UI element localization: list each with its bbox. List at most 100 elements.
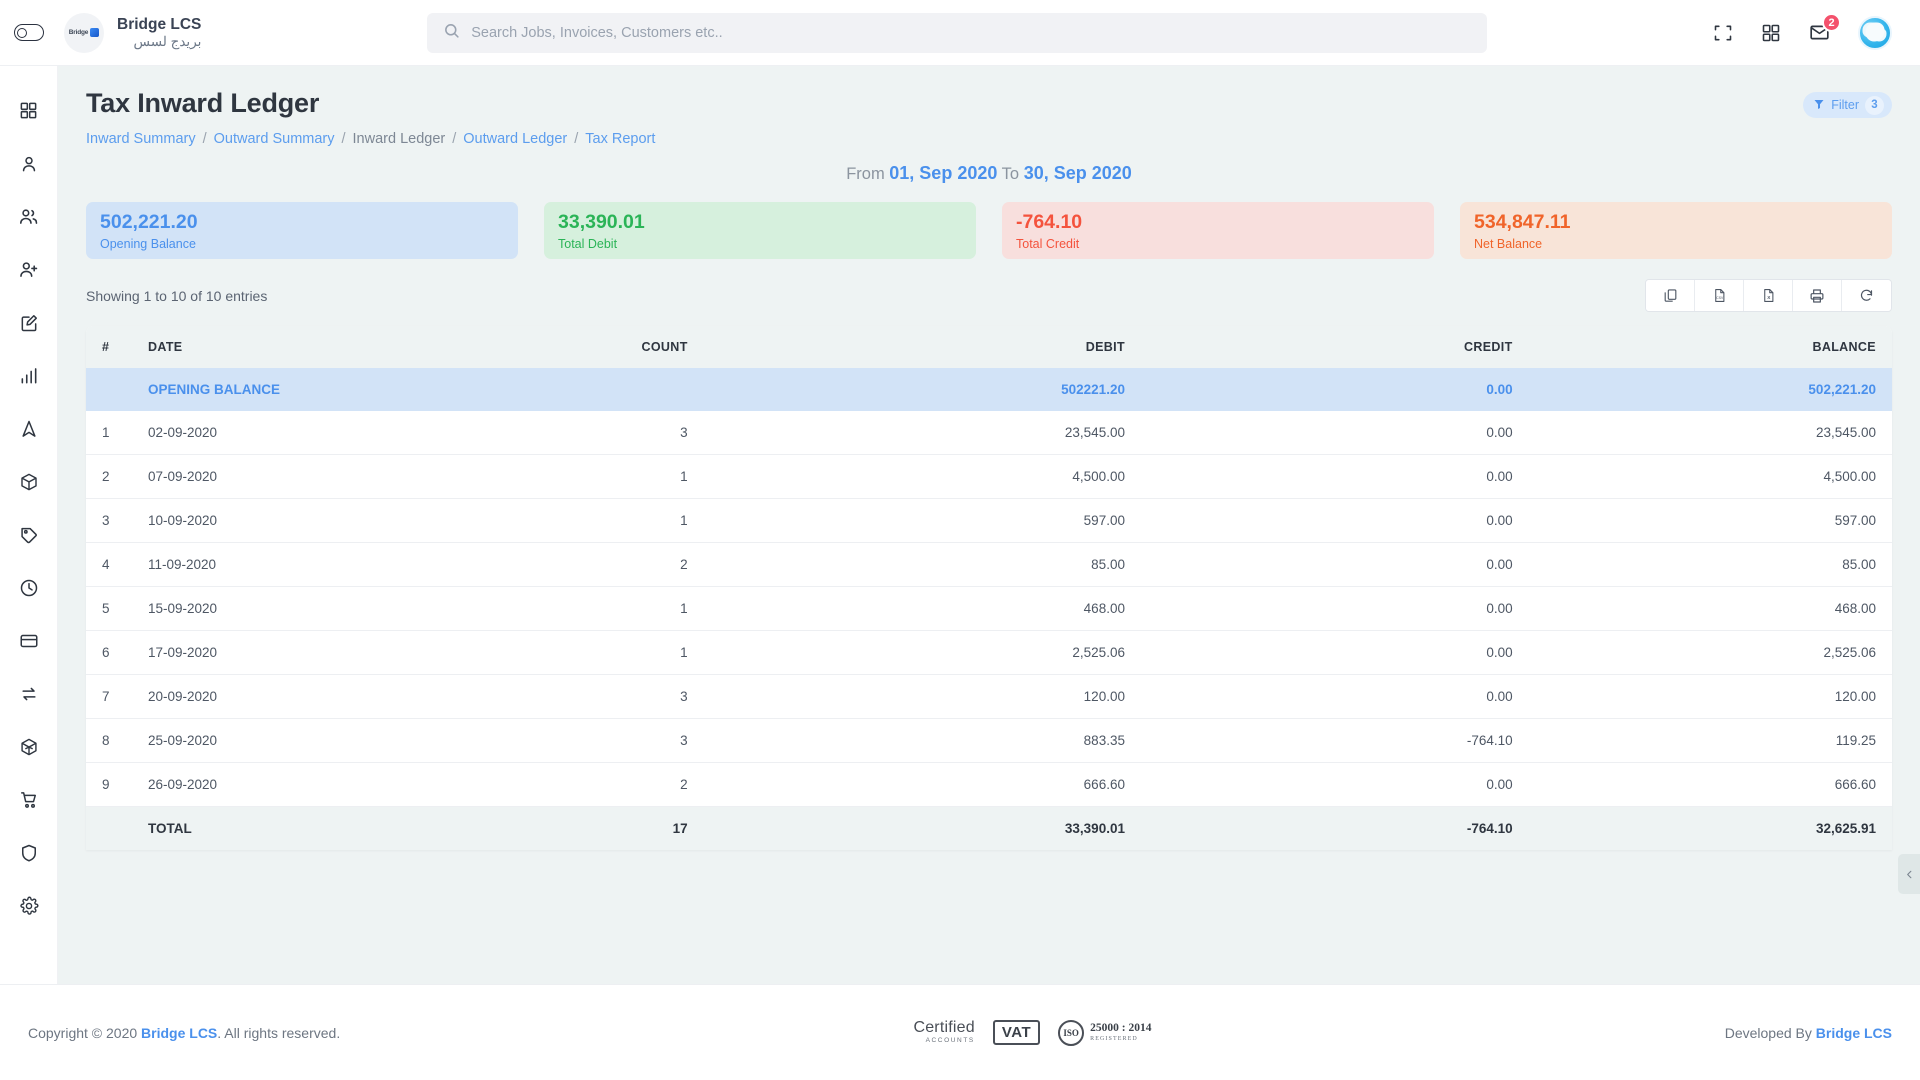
cell-credit: -764.10 [1178,718,1567,763]
breadcrumb-item-tax-report[interactable]: Tax Report [585,131,655,147]
cell-balance: 4,500.00 [1566,454,1892,499]
card-value: 534,847.11 [1474,211,1571,234]
clock-icon [20,579,37,596]
svg-text:CSV: CSV [1716,296,1724,300]
table-row[interactable]: 2 07-09-2020 1 4,500.00 0.00 4,500.00 [86,454,1892,499]
print-button[interactable] [1793,280,1842,311]
user-avatar[interactable] [1858,15,1892,50]
search-input[interactable] [471,24,1472,41]
apps-grid-icon[interactable] [1761,23,1781,43]
cell-balance: 119.25 [1566,718,1892,763]
opening-balance-label: OPENING BALANCE [132,368,362,411]
sidebar-item-profile[interactable] [0,137,58,190]
cell-number: 5 [86,586,132,631]
certified-accounts-badge: Certified ACCOUNTS [913,1020,974,1045]
cell-number: 9 [86,762,132,807]
user-add-icon [20,262,38,277]
card-label: Total Debit [558,236,618,251]
copyright-link[interactable]: Bridge LCS [141,1025,217,1041]
refresh-button[interactable] [1842,280,1891,311]
opening-balance-credit: 0.00 [1178,368,1567,411]
sidebar-toggle-icon [14,24,44,41]
card-label: Net Balance [1474,236,1543,251]
main-content: Tax Inward Ledger Inward Summary / Outwa… [58,66,1920,984]
breadcrumb-item-outward-ledger[interactable]: Outward Ledger [463,131,567,147]
column-header-debit: DEBIT [741,326,1179,368]
copy-button[interactable] [1646,280,1695,311]
left-sidebar [0,66,58,984]
panel-collapse-handle[interactable] [1898,854,1920,894]
card-label: Opening Balance [100,236,196,251]
sidebar-item-tracking[interactable] [0,402,58,455]
fullscreen-icon[interactable] [1713,23,1733,43]
global-search[interactable] [427,12,1488,53]
cell-balance: 666.60 [1566,762,1892,807]
vat-badge: VAT [992,1020,1041,1045]
cell-count: 3 [362,718,742,763]
sidebar-item-customers[interactable] [0,190,58,243]
sidebar-item-settings[interactable] [0,879,58,932]
column-header-count: COUNT [362,326,742,368]
breadcrumb-item-inward-ledger[interactable]: Inward Ledger [353,131,446,147]
brand-logo-mark [90,28,100,37]
cell-date: 15-09-2020 [132,586,362,631]
column-header-credit: CREDIT [1178,326,1567,368]
breadcrumb-separator: / [574,131,579,147]
table-row[interactable]: 4 11-09-2020 2 85.00 0.00 85.00 [86,542,1892,587]
cell-balance: 23,545.00 [1566,411,1892,455]
filter-icon [1813,98,1825,113]
sidebar-item-dashboard[interactable] [0,84,58,137]
top-navigation-bar: Bridge Bridge LCS بريدج لسس Search Jobs,… [0,0,1920,66]
csv-export-button[interactable]: CSV [1695,280,1744,311]
table-row[interactable]: 3 10-09-2020 1 597.00 0.00 597.00 [86,498,1892,543]
brand-name: Bridge LCS [117,15,202,33]
copyright-text: Copyright © 2020 Bridge LCS. All rights … [28,1025,340,1041]
tag-icon [20,527,37,543]
iso-badge: ISO 25000 : 2014 REGISTERED [1058,1019,1151,1046]
cell-debit: 4,500.00 [741,454,1179,499]
sidebar-item-add-user[interactable] [0,243,58,296]
table-row[interactable]: 8 25-09-2020 3 883.35 -764.10 119.25 [86,718,1892,763]
opening-balance-count [362,368,742,411]
copyright-prefix: Copyright © 2020 [28,1024,142,1041]
sidebar-item-transfers[interactable] [0,667,58,720]
cube-icon [20,738,37,755]
filter-button[interactable]: Filter 3 [1803,92,1892,118]
sidebar-item-reports[interactable] [0,349,58,402]
cell-date: 07-09-2020 [132,454,362,499]
entries-count-label: Showing 1 to 10 of 10 entries [86,287,268,304]
table-row[interactable]: 1 02-09-2020 3 23,545.00 0.00 23,545.00 [86,411,1892,455]
sidebar-item-purchase[interactable] [0,773,58,826]
summary-cards: 502,221.20 Opening Balance 33,390.01 Tot… [58,184,1920,259]
sidebar-toggle-button[interactable] [0,24,58,41]
sidebar-item-payments[interactable] [0,614,58,667]
table-row[interactable]: 9 26-09-2020 2 666.60 0.00 666.60 [86,762,1892,807]
svg-text:X: X [1767,295,1771,300]
sidebar-item-packages[interactable] [0,455,58,508]
breadcrumb-separator: / [452,131,457,147]
sidebar-item-jobs[interactable] [0,296,58,349]
mail-icon[interactable]: 2 [1809,13,1841,43]
table-header: # DATE COUNT DEBIT CREDIT BALANCE [86,326,1892,368]
summary-card-opening-balance: 502,221.20 Opening Balance [86,202,518,259]
sidebar-item-pricing[interactable] [0,508,58,561]
sidebar-item-inventory[interactable] [0,720,58,773]
opening-balance-balance: 502,221.20 [1566,368,1892,411]
brand-block[interactable]: Bridge Bridge LCS بريدج لسس [64,12,202,53]
excel-export-button[interactable]: X [1744,280,1793,311]
developed-link[interactable]: Bridge LCS [1816,1025,1892,1041]
breadcrumb-item-outward-summary[interactable]: Outward Summary [214,131,335,147]
summary-card-total-credit: -764.10 Total Credit [1002,202,1434,259]
cell-credit: 0.00 [1178,586,1567,631]
breadcrumb-item-inward-summary[interactable]: Inward Summary [86,131,196,147]
ledger-table-container: # DATE COUNT DEBIT CREDIT BALANCE OPENIN… [86,326,1892,850]
sidebar-item-security[interactable] [0,826,58,879]
sidebar-item-history[interactable] [0,561,58,614]
total-debit: 33,390.01 [741,806,1179,850]
table-row[interactable]: 5 15-09-2020 1 468.00 0.00 468.00 [86,586,1892,631]
date-from-label: From [846,165,885,183]
table-row[interactable]: 7 20-09-2020 3 120.00 0.00 120.00 [86,674,1892,719]
table-row[interactable]: 6 17-09-2020 1 2,525.06 0.00 2,525.06 [86,630,1892,675]
cell-debit: 468.00 [741,586,1179,631]
cell-balance: 85.00 [1566,542,1892,587]
